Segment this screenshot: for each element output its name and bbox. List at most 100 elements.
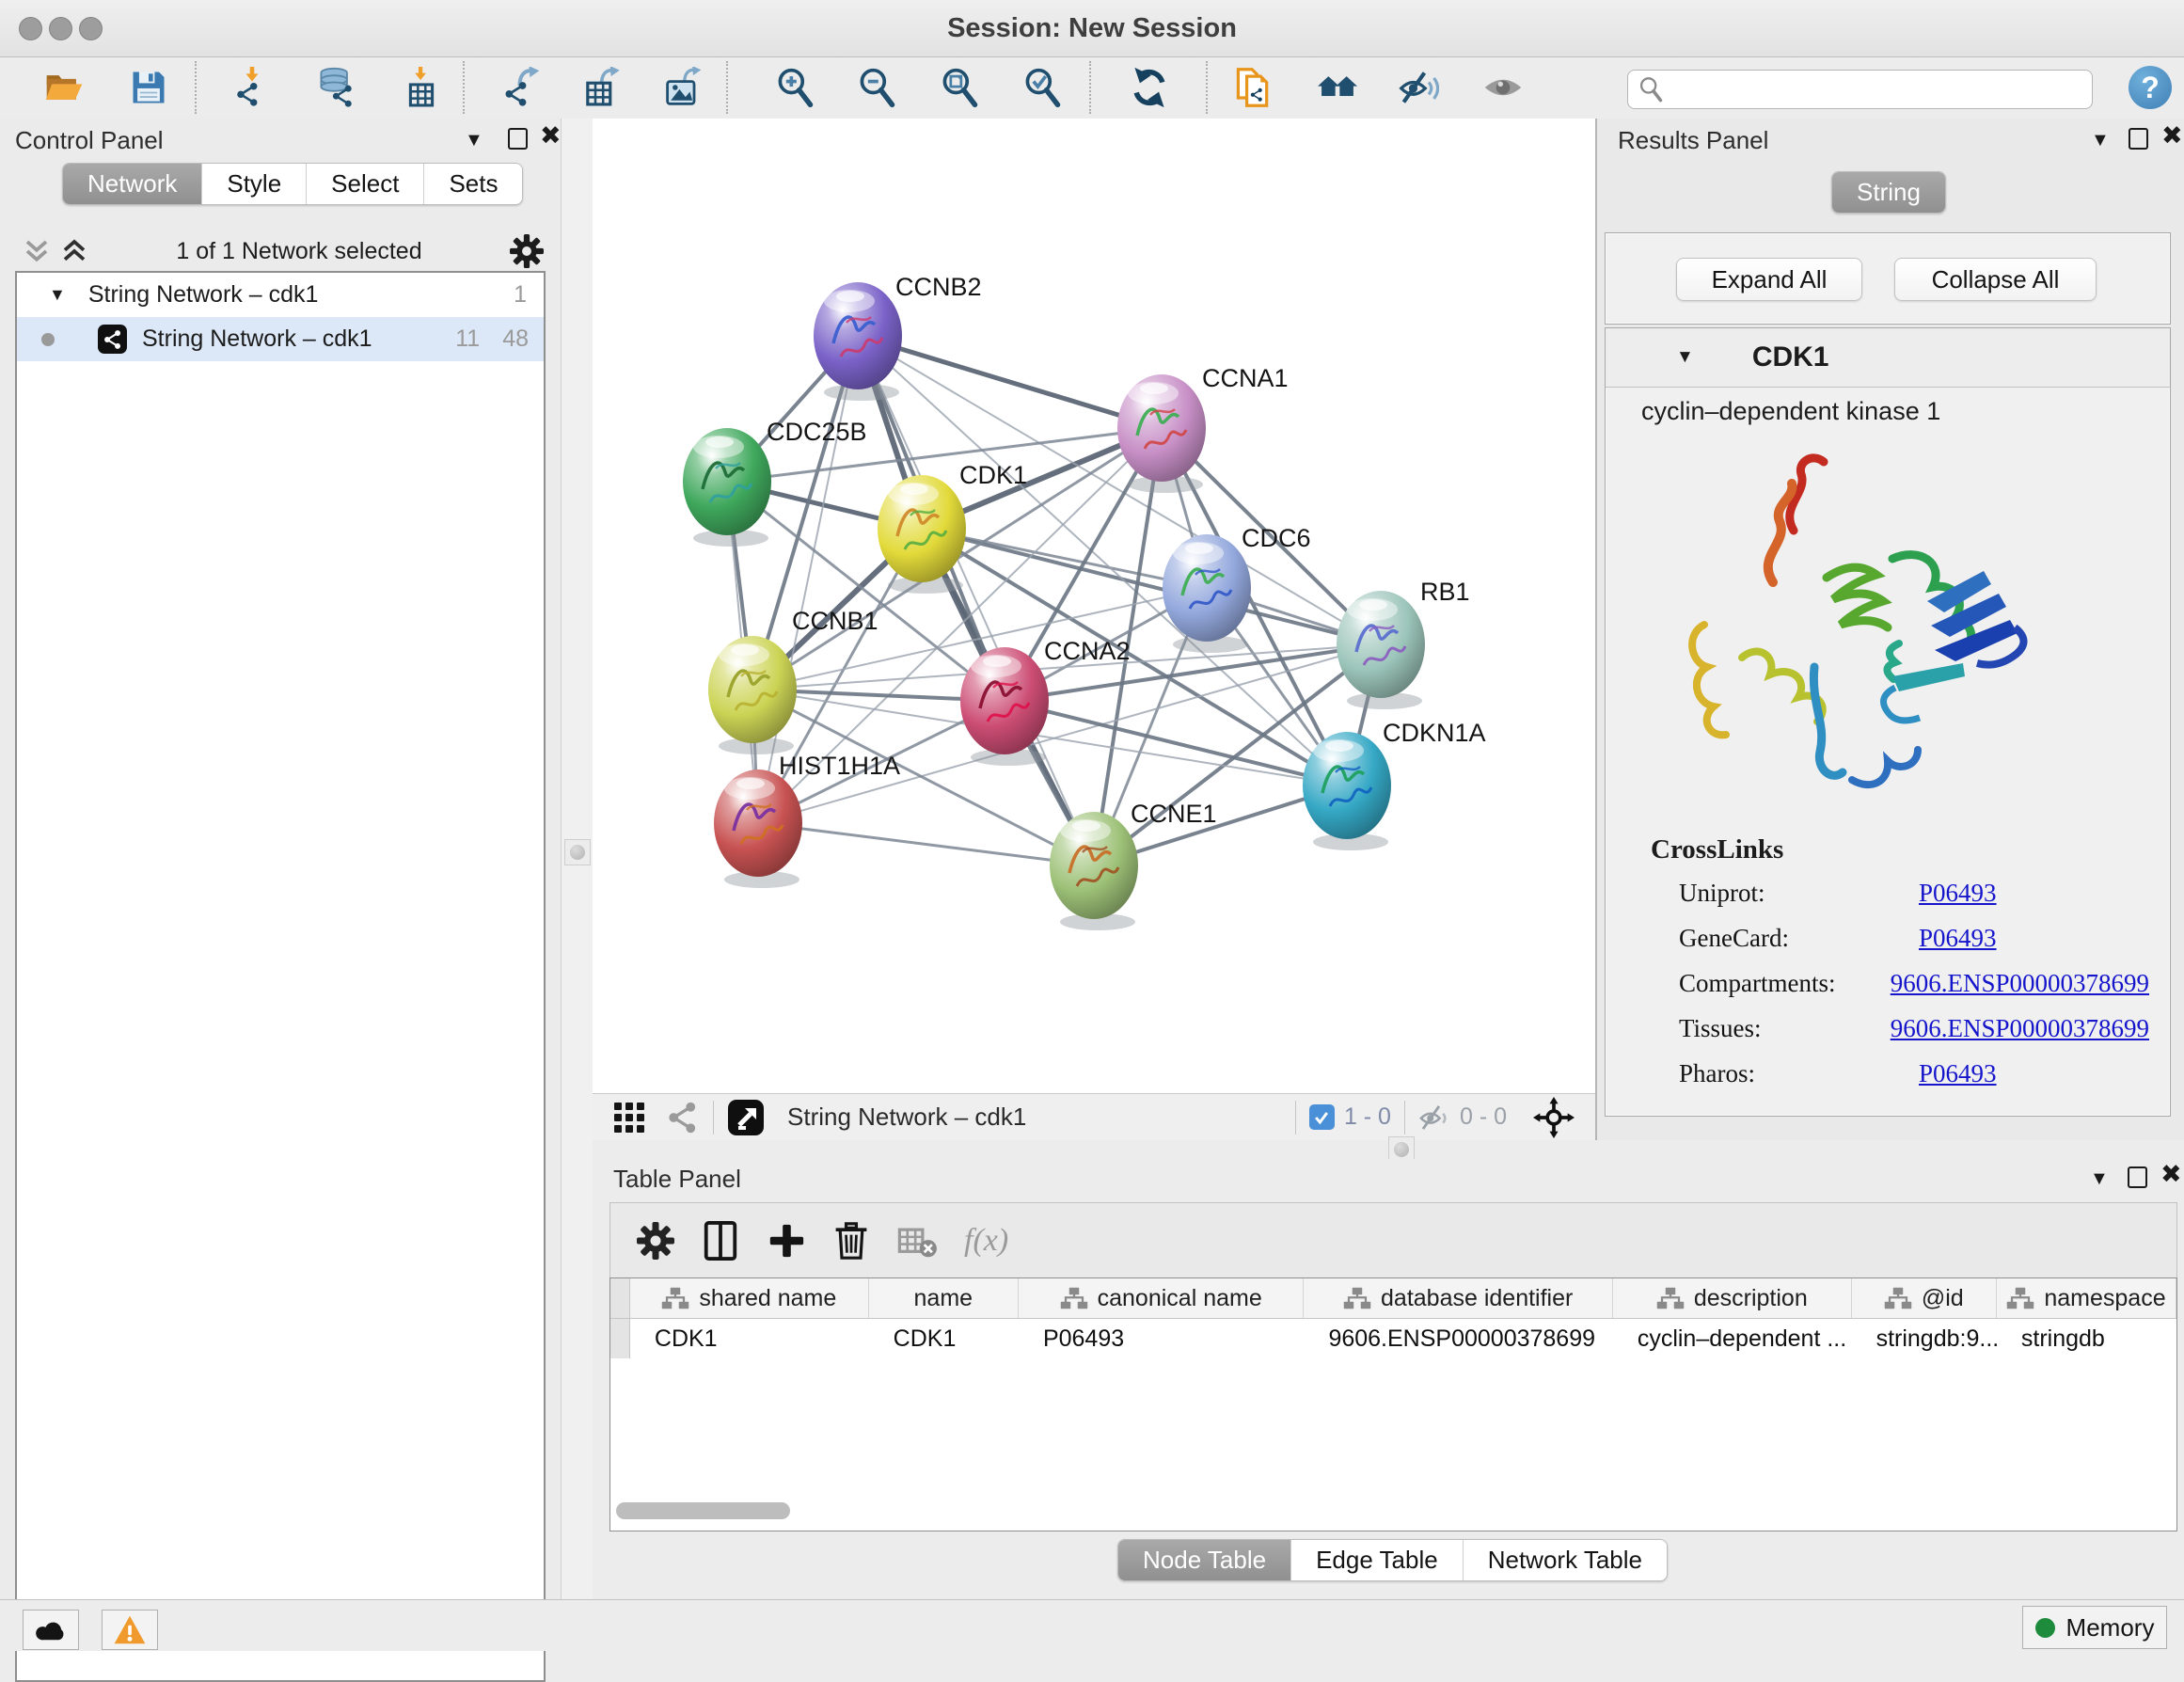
edge-CCNB2-CCNA1[interactable] [858,336,1162,428]
memory-button[interactable]: Memory [2022,1606,2167,1649]
node-CDC25B[interactable] [683,428,771,547]
import-network-button[interactable] [229,65,275,110]
network-options-gear-icon[interactable] [510,234,544,268]
export-network-button[interactable] [499,65,545,110]
hidden-count-eye-icon[interactable] [1418,1102,1450,1134]
panel-menu-icon[interactable]: ▼ [465,130,483,151]
node-CCNE1[interactable] [1050,812,1138,930]
node-CCNB1[interactable] [708,636,797,754]
edge-CDK1-RB1[interactable] [922,529,1381,644]
column-header[interactable]: name [869,1278,1019,1318]
expand-all-chevrons-icon[interactable] [60,237,88,265]
open-session-button[interactable] [41,65,87,110]
panel-float-icon[interactable] [508,128,528,150]
tab-select[interactable]: Select [306,164,423,204]
network-share-icon[interactable] [666,1101,700,1135]
panel-menu-icon[interactable]: ▼ [2091,130,2110,151]
crosslink-value-link[interactable]: P06493 [1919,879,1997,908]
export-image-button[interactable] [661,65,706,110]
tab-sets[interactable]: Sets [423,164,522,204]
refresh-button[interactable] [1127,65,1172,110]
table-cell[interactable]: CDK1 [869,1319,1019,1358]
crosslink-value-link[interactable]: 9606.ENSP00000378699 [1891,969,2149,998]
zoom-in-button[interactable] [772,65,817,110]
node-HIST1H1A[interactable] [714,770,802,888]
collection-expander-icon[interactable]: ▼ [49,285,66,305]
create-column-icon[interactable] [767,1219,806,1262]
node-CCNA1[interactable] [1117,374,1206,493]
selected-count-checkbox-icon[interactable] [1309,1104,1335,1130]
help-button[interactable]: ? [2129,66,2172,109]
birdseye-crosshair-icon[interactable] [1533,1097,1575,1138]
vertical-splitter[interactable] [561,119,594,1599]
node-CDKN1A[interactable] [1303,732,1391,850]
import-table-button[interactable] [399,65,444,110]
column-header[interactable]: canonical name [1019,1278,1305,1318]
crosslink-value-link[interactable]: P06493 [1919,1059,1997,1088]
tab-style[interactable]: Style [201,164,306,204]
panel-close-icon[interactable]: ✖ [2160,1160,2182,1189]
network-graph[interactable]: CCNB2CCNA1CDC25BCDK1CDC6RB1CCNB1CCNA2CDK… [593,119,1594,1091]
panel-float-icon[interactable] [2128,1166,2147,1188]
clone-network-button[interactable] [1230,65,1275,110]
collapse-all-button[interactable]: Collapse All [1894,258,2097,301]
tab-edge-table[interactable]: Edge Table [1290,1540,1463,1580]
delete-table-icon[interactable] [896,1222,938,1260]
edge-HIST1H1A-CCNE1[interactable] [758,823,1094,865]
column-header[interactable]: database identifier [1304,1278,1612,1318]
collapse-all-chevrons-icon[interactable] [23,237,51,265]
delete-column-trash-icon[interactable] [832,1220,870,1262]
column-header[interactable]: @id [1852,1278,1997,1318]
protein-expander-icon[interactable]: ▼ [1676,347,1694,368]
edge-RB1-HIST1H1A[interactable] [758,644,1381,823]
zoom-out-button[interactable] [854,65,899,110]
node-RB1[interactable] [1337,591,1425,709]
panel-close-icon[interactable]: ✖ [540,121,562,151]
network-row[interactable]: String Network – cdk1 11 48 [17,317,544,361]
tab-node-table[interactable]: Node Table [1118,1540,1290,1580]
toolbar-search[interactable] [1627,70,2093,109]
horizontal-splitter[interactable] [593,1140,2184,1159]
tab-network[interactable]: Network [63,164,201,204]
panel-float-icon[interactable] [2129,128,2148,150]
column-header[interactable]: description [1613,1278,1852,1318]
table-cell[interactable]: CDK1 [630,1319,869,1358]
function-builder-icon[interactable]: f(x) [964,1223,1008,1259]
crosslink-value-link[interactable]: 9606.ENSP00000378699 [1891,1014,2149,1043]
table-cell[interactable]: stringdb [1997,1319,2176,1358]
zoom-selected-button[interactable] [1020,65,1065,110]
hide-selected-button[interactable] [1396,65,1441,110]
panel-close-icon[interactable]: ✖ [2161,121,2183,151]
column-header[interactable]: namespace [1997,1278,2176,1318]
table-cell[interactable]: cyclin–dependent ... [1613,1319,1852,1358]
cloud-status-button[interactable] [23,1610,79,1650]
expand-all-button[interactable]: Expand All [1676,258,1862,301]
column-header[interactable]: shared name [630,1278,869,1318]
show-columns-icon[interactable] [701,1219,740,1262]
panel-menu-icon[interactable]: ▼ [2090,1168,2109,1190]
node-CCNB2[interactable] [814,282,902,401]
network-collection-row[interactable]: ▼ String Network – cdk1 1 [17,273,544,317]
table-cell[interactable]: stringdb:9... [1852,1319,1997,1358]
import-network-from-database-button[interactable] [313,65,358,110]
grid-view-icon[interactable] [613,1102,645,1134]
search-input[interactable] [1664,75,2092,104]
network-canvas[interactable]: CCNB2CCNA1CDC25BCDK1CDC6RB1CCNB1CCNA2CDK… [593,119,1596,1093]
first-neighbors-button[interactable] [1315,65,1360,110]
save-session-button[interactable] [126,65,171,110]
splitter-handle[interactable] [564,839,591,865]
warnings-button[interactable] [102,1610,158,1650]
table-cell[interactable]: 9606.ENSP00000378699 [1304,1319,1612,1358]
table-options-gear-icon[interactable] [637,1222,674,1260]
tab-string[interactable]: String [1832,172,1945,213]
table-row[interactable]: CDK1CDK1P064939606.ENSP00000378699cyclin… [610,1319,2176,1358]
crosslink-value-link[interactable]: P06493 [1919,924,1997,953]
tab-network-table[interactable]: Network Table [1463,1540,1667,1580]
zoom-fit-button[interactable] [937,65,982,110]
export-table-button[interactable] [579,65,625,110]
detach-view-icon[interactable] [727,1099,765,1136]
show-all-button[interactable] [1480,65,1526,110]
node-CDC6[interactable] [1163,534,1251,653]
table-horizontal-scrollbar[interactable] [616,1502,790,1519]
table-cell[interactable]: P06493 [1019,1319,1305,1358]
